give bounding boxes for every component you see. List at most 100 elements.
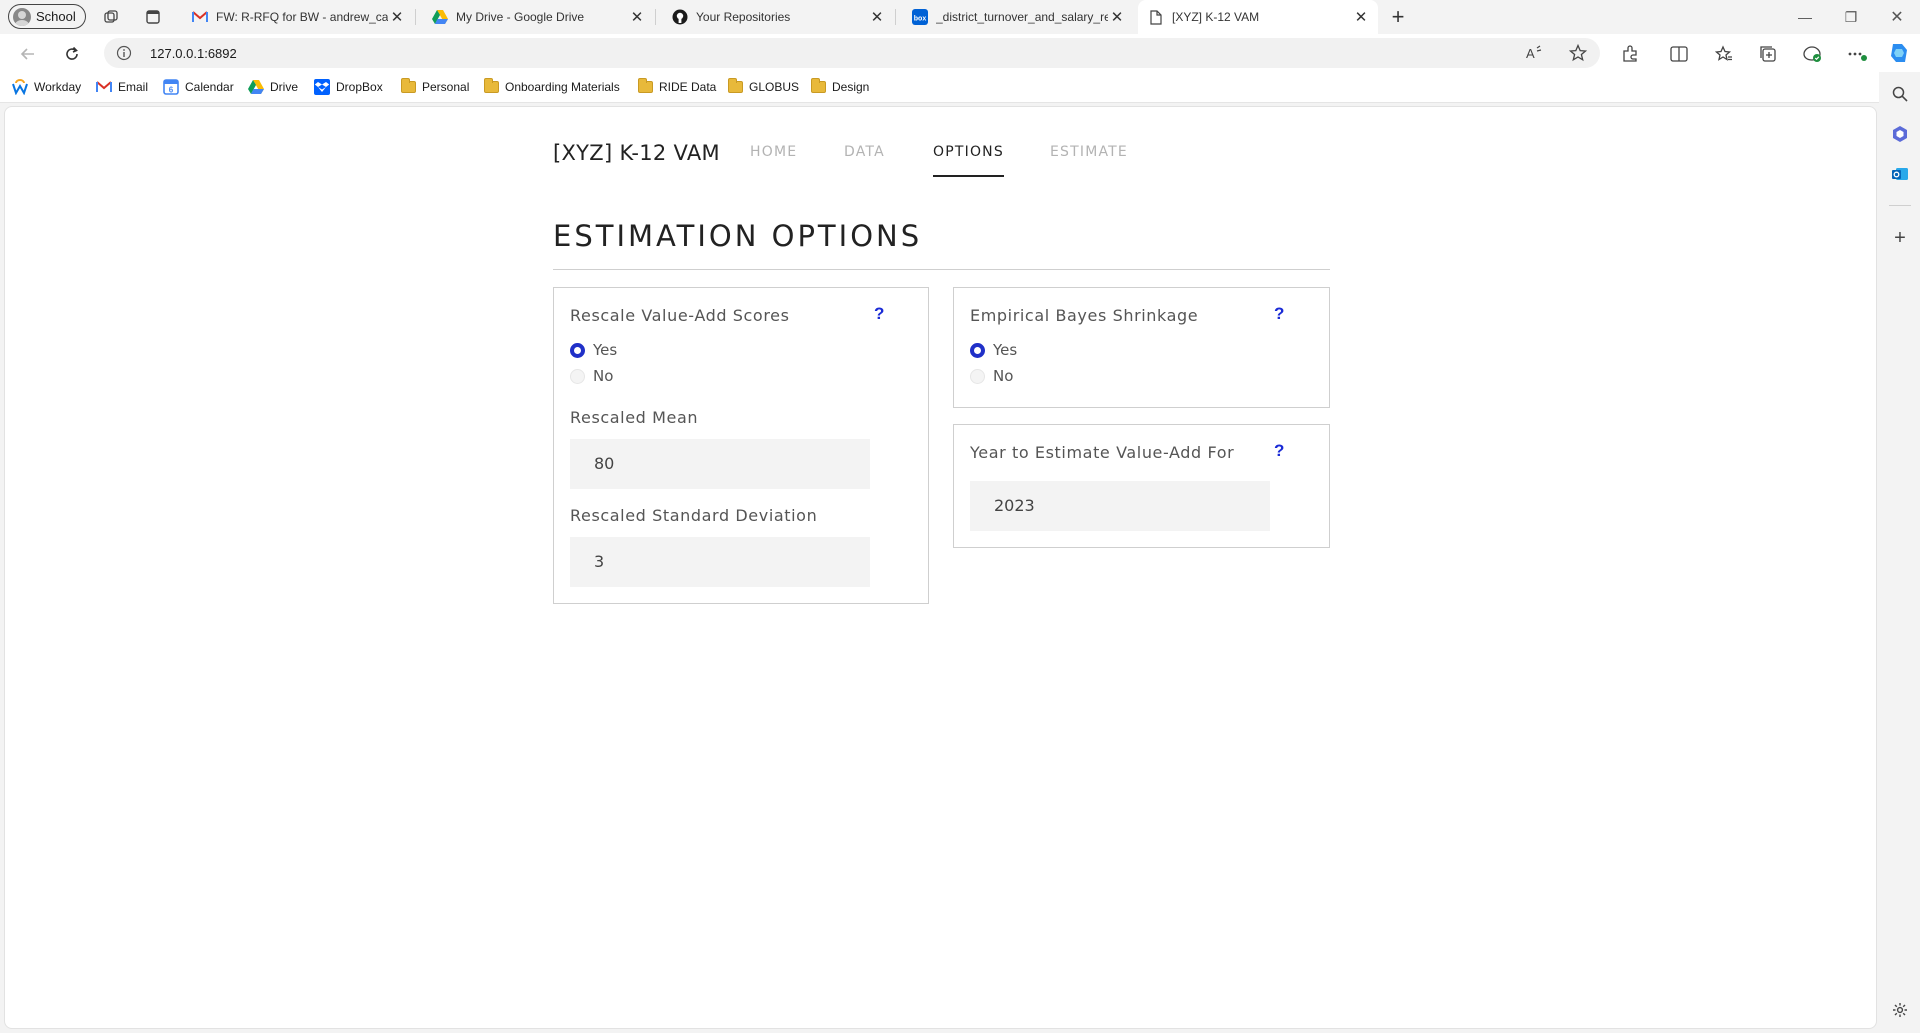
bookmark-design[interactable]: Design [810, 78, 869, 95]
close-window-icon[interactable]: ✕ [1874, 0, 1920, 34]
app-brand[interactable]: [XYZ] K-12 VAM [553, 141, 720, 165]
rescale-card: Rescale Value-Add Scores ? Yes No Rescal… [553, 287, 929, 604]
bookmark-label: Email [118, 80, 149, 94]
page-content: [XYZ] K-12 VAM HOME DATA OPTIONS ESTIMAT… [4, 106, 1877, 1029]
radio-unselected[interactable] [970, 368, 985, 384]
tab-gmail[interactable]: FW: R-RFQ for BW - andrew_cam ✕ [182, 0, 414, 34]
nav-data[interactable]: DATA [844, 144, 885, 160]
tab-google-drive[interactable]: My Drive - Google Drive ✕ [422, 0, 654, 34]
new-tab-button[interactable]: + [1385, 4, 1411, 29]
radio-selected[interactable] [570, 342, 585, 358]
favorites-icon[interactable] [1713, 43, 1735, 65]
bookmark-personal[interactable]: Personal [400, 78, 470, 95]
browser-essentials-icon[interactable] [1801, 43, 1823, 65]
site-info-icon[interactable] [116, 45, 132, 61]
bayes-card: Empirical Bayes Shrinkage ? Yes No [953, 287, 1330, 408]
office-icon[interactable] [1889, 123, 1911, 145]
workday-icon [12, 79, 28, 95]
bookmark-email[interactable]: Email [96, 79, 148, 95]
gear-icon[interactable] [1889, 999, 1911, 1021]
bookmark-ride-data[interactable]: RIDE Data [637, 78, 717, 95]
url-text: 127.0.0.1:6892 [150, 46, 237, 61]
bookmark-dropbox[interactable]: DropBox [314, 79, 383, 95]
rescaled-mean-label: Rescaled Mean [570, 408, 699, 427]
search-icon[interactable] [1889, 83, 1911, 105]
document-icon [1148, 9, 1164, 25]
calendar-icon: 6 [163, 79, 179, 95]
dropbox-icon [314, 79, 330, 95]
read-aloud-icon[interactable]: A [1525, 44, 1543, 62]
folder-icon [810, 78, 826, 95]
nav-home[interactable]: HOME [750, 144, 797, 160]
year-input[interactable]: 2023 [970, 481, 1270, 531]
rescale-option-no[interactable]: No [570, 367, 613, 385]
bookmark-calendar[interactable]: 6 Calendar [163, 79, 234, 95]
profile-button[interactable]: School [8, 4, 86, 29]
rescaled-sd-input[interactable]: 3 [570, 537, 870, 587]
restore-icon[interactable]: ❐ [1828, 0, 1874, 34]
tab-strip: School FW: R-RFQ for BW - andrew_cam ✕ M… [0, 0, 1920, 34]
split-screen-icon[interactable] [1668, 43, 1690, 65]
nav-options[interactable]: OPTIONS [933, 144, 1004, 160]
svg-text:box: box [914, 16, 927, 23]
close-icon[interactable]: ✕ [1352, 8, 1370, 26]
bookmark-label: RIDE Data [659, 80, 717, 94]
radio-selected[interactable] [970, 342, 985, 358]
tab-box[interactable]: box _district_turnover_and_salary_rep ✕ [902, 0, 1134, 34]
back-icon[interactable] [14, 40, 42, 68]
title-divider [553, 269, 1330, 270]
nav-estimate[interactable]: ESTIMATE [1050, 144, 1128, 160]
bookmark-label: Drive [270, 80, 299, 94]
rescaled-mean-input[interactable]: 80 [570, 439, 870, 489]
avatar [13, 7, 31, 26]
close-icon[interactable]: ✕ [1108, 8, 1126, 26]
tab-title: My Drive - Google Drive [456, 10, 585, 24]
bookmark-onboarding[interactable]: Onboarding Materials [483, 78, 620, 95]
more-options-icon[interactable] [1846, 43, 1868, 65]
svg-text:A: A [1526, 46, 1535, 61]
radio-unselected[interactable] [570, 368, 585, 384]
tab-actions-icon[interactable] [140, 5, 166, 29]
bookmark-workday[interactable]: Workday [12, 79, 81, 95]
minimize-icon[interactable]: — [1782, 0, 1828, 34]
outlook-icon[interactable] [1889, 163, 1911, 185]
folder-icon [727, 78, 743, 95]
radio-label: Yes [593, 341, 618, 359]
page-title: ESTIMATION OPTIONS [553, 219, 923, 253]
close-icon[interactable]: ✕ [868, 8, 886, 26]
gmail-icon [192, 9, 208, 25]
radio-label: Yes [993, 341, 1018, 359]
bayes-option-no[interactable]: No [970, 367, 1013, 385]
copilot-icon[interactable] [1886, 40, 1912, 66]
bookmarks-bar: Workday Email 6 Calendar Drive DropBox P… [0, 72, 1920, 103]
rescale-help-button[interactable]: ? [874, 304, 884, 324]
google-drive-icon [432, 9, 448, 25]
bookmark-globus[interactable]: GLOBUS [727, 78, 800, 95]
rescaled-sd-label: Rescaled Standard Deviation [570, 506, 818, 525]
year-card: Year to Estimate Value-Add For ? 2023 [953, 424, 1330, 548]
tab-github[interactable]: Your Repositories ✕ [662, 0, 894, 34]
close-icon[interactable]: ✕ [628, 8, 646, 26]
folder-icon [637, 78, 653, 95]
bookmark-drive[interactable]: Drive [248, 79, 298, 95]
extensions-icon[interactable] [1619, 43, 1641, 65]
add-icon[interactable]: + [1889, 227, 1911, 249]
google-drive-icon [248, 79, 264, 95]
tab-vam-active[interactable]: [XYZ] K-12 VAM ✕ [1138, 0, 1378, 34]
bayes-option-yes[interactable]: Yes [970, 341, 1017, 359]
bayes-help-button[interactable]: ? [1274, 304, 1284, 324]
gmail-icon [96, 79, 112, 95]
favorite-star-icon[interactable] [1569, 44, 1587, 62]
year-help-button[interactable]: ? [1274, 441, 1284, 461]
address-bar[interactable]: 127.0.0.1:6892 A [104, 38, 1600, 68]
folder-icon [483, 78, 499, 95]
workspaces-icon[interactable] [98, 5, 124, 29]
bookmark-label: Workday [34, 80, 82, 94]
bookmark-label: Onboarding Materials [505, 80, 620, 94]
collections-icon[interactable] [1757, 43, 1779, 65]
rescale-option-yes[interactable]: Yes [570, 341, 617, 359]
refresh-icon[interactable] [58, 40, 86, 68]
bookmark-label: Personal [422, 80, 470, 94]
close-icon[interactable]: ✕ [388, 8, 406, 26]
bookmark-label: GLOBUS [749, 80, 800, 94]
